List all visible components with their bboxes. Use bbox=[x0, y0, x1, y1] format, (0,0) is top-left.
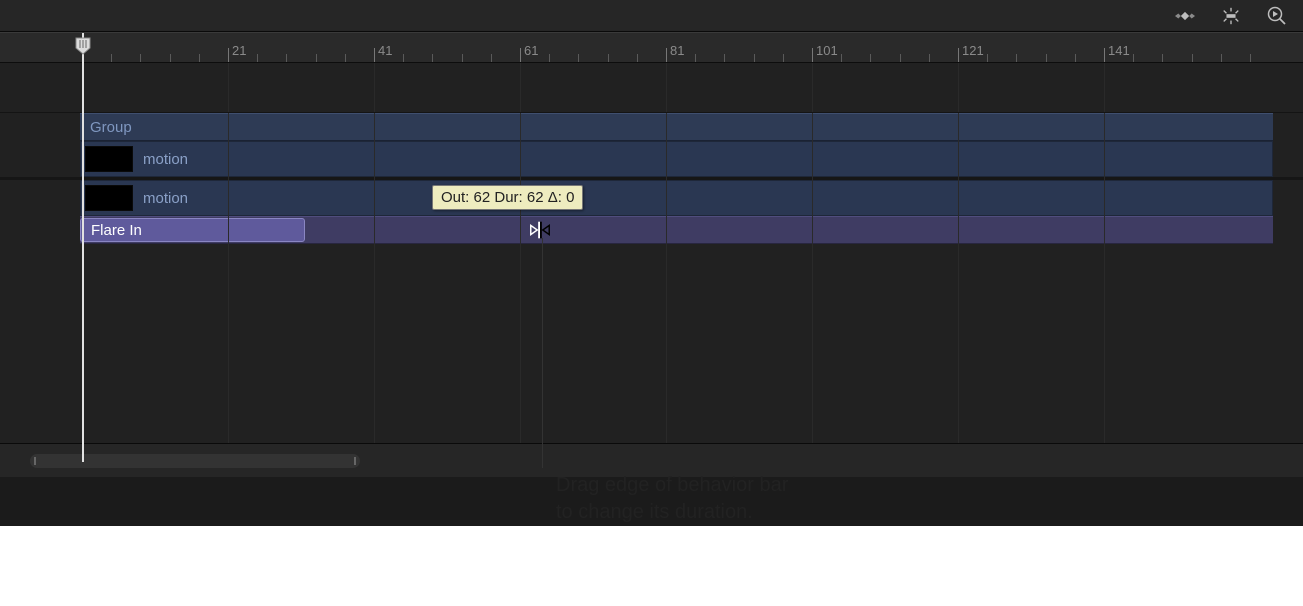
ruler-minor-tick bbox=[257, 54, 258, 62]
grid-line bbox=[228, 63, 229, 443]
ruler-minor-tick bbox=[199, 54, 200, 62]
ruler-minor-tick bbox=[345, 54, 346, 62]
ruler-minor-tick bbox=[929, 54, 930, 62]
ruler-minor-tick bbox=[1075, 54, 1076, 62]
ruler-label: 21 bbox=[228, 43, 246, 58]
ruler-minor-tick bbox=[491, 54, 492, 62]
ruler-minor-tick bbox=[1192, 54, 1193, 62]
grid-line bbox=[812, 63, 813, 443]
ruler-minor-tick bbox=[1221, 54, 1222, 62]
ruler-minor-tick bbox=[870, 54, 871, 62]
scrollbar-grip-left[interactable] bbox=[34, 457, 36, 465]
ruler-minor-tick bbox=[1133, 54, 1134, 62]
timeline[interactable]: 21416181101121141 Group motion m bbox=[0, 32, 1303, 462]
ruler-label: 101 bbox=[812, 43, 838, 58]
ruler-label: 41 bbox=[374, 43, 392, 58]
trim-tooltip: Out: 62 Dur: 62 Δ: 0 bbox=[432, 185, 583, 210]
group-label: Group bbox=[90, 119, 132, 136]
clip-thumbnail bbox=[85, 146, 133, 172]
callout-leader-line bbox=[542, 238, 543, 468]
tracks-area[interactable]: Group motion motion Flare In Out: 62 Dur… bbox=[0, 63, 1303, 443]
ruler-minor-tick bbox=[316, 54, 317, 62]
ruler-minor-tick bbox=[637, 54, 638, 62]
behavior-bar[interactable]: Flare In bbox=[80, 218, 305, 242]
ruler-minor-tick bbox=[783, 54, 784, 62]
ruler-minor-tick bbox=[1016, 54, 1017, 62]
ruler-minor-tick bbox=[1250, 54, 1251, 62]
ruler-minor-tick bbox=[1162, 54, 1163, 62]
grid-line bbox=[520, 63, 521, 443]
track-spacer bbox=[0, 63, 1303, 113]
ruler-minor-tick bbox=[841, 54, 842, 62]
clip-row[interactable]: motion bbox=[80, 141, 1273, 177]
ruler-minor-tick bbox=[432, 54, 433, 62]
ruler-minor-tick bbox=[286, 54, 287, 62]
clip-label: motion bbox=[143, 151, 188, 168]
behavior-label: Flare In bbox=[91, 222, 142, 239]
callout-annotation: Drag edge of behavior bar to change its … bbox=[530, 468, 1030, 522]
clip-thumbnail bbox=[85, 185, 133, 211]
grid-line bbox=[374, 63, 375, 443]
callout-text: Drag edge of behavior bar to change its … bbox=[556, 472, 1056, 526]
top-toolbar bbox=[0, 0, 1303, 32]
clip-label: motion bbox=[143, 190, 188, 207]
horizontal-scrollbar[interactable] bbox=[30, 454, 360, 468]
ruler-minor-tick bbox=[695, 54, 696, 62]
ruler-minor-tick bbox=[754, 54, 755, 62]
behavior-lane[interactable]: Flare In Out: 62 Dur: 62 Δ: 0 bbox=[80, 216, 1273, 244]
grid-line bbox=[958, 63, 959, 443]
time-ruler[interactable]: 21 41 61 81 101 121 141 bbox=[0, 33, 1303, 63]
ruler-minor-tick bbox=[403, 54, 404, 62]
spark-icon[interactable] bbox=[1221, 6, 1241, 26]
trim-handle-icon[interactable] bbox=[528, 217, 552, 243]
callout-line2: to change its duration. bbox=[556, 501, 753, 523]
ruler-minor-tick bbox=[608, 54, 609, 62]
callout-line1: Drag edge of behavior bar bbox=[556, 474, 788, 496]
ruler-label: 61 bbox=[520, 43, 538, 58]
clip-row[interactable]: motion bbox=[80, 180, 1273, 216]
scrollbar-grip-right[interactable] bbox=[354, 457, 356, 465]
grid-line bbox=[666, 63, 667, 443]
playhead-line[interactable] bbox=[82, 33, 84, 462]
timeline-editor: 21416181101121141 Group motion m bbox=[0, 0, 1303, 526]
play-search-icon[interactable] bbox=[1267, 6, 1287, 26]
ruler-minor-tick bbox=[462, 54, 463, 62]
ruler-minor-tick bbox=[987, 54, 988, 62]
ruler-minor-tick bbox=[724, 54, 725, 62]
ruler-label: 121 bbox=[958, 43, 984, 58]
ruler-minor-tick bbox=[900, 54, 901, 62]
group-header[interactable]: Group bbox=[80, 113, 1273, 141]
playhead-marker-icon[interactable] bbox=[74, 36, 92, 61]
ruler-minor-tick bbox=[111, 54, 112, 62]
ruler-label: 81 bbox=[666, 43, 684, 58]
ruler-minor-tick bbox=[170, 54, 171, 62]
ruler-label: 141 bbox=[1104, 43, 1130, 58]
keyframe-diamond-icon[interactable] bbox=[1175, 6, 1195, 26]
ruler-minor-tick bbox=[140, 54, 141, 62]
ruler-minor-tick bbox=[549, 54, 550, 62]
ruler-minor-tick bbox=[578, 54, 579, 62]
grid-line bbox=[1104, 63, 1105, 443]
ruler-minor-tick bbox=[1046, 54, 1047, 62]
